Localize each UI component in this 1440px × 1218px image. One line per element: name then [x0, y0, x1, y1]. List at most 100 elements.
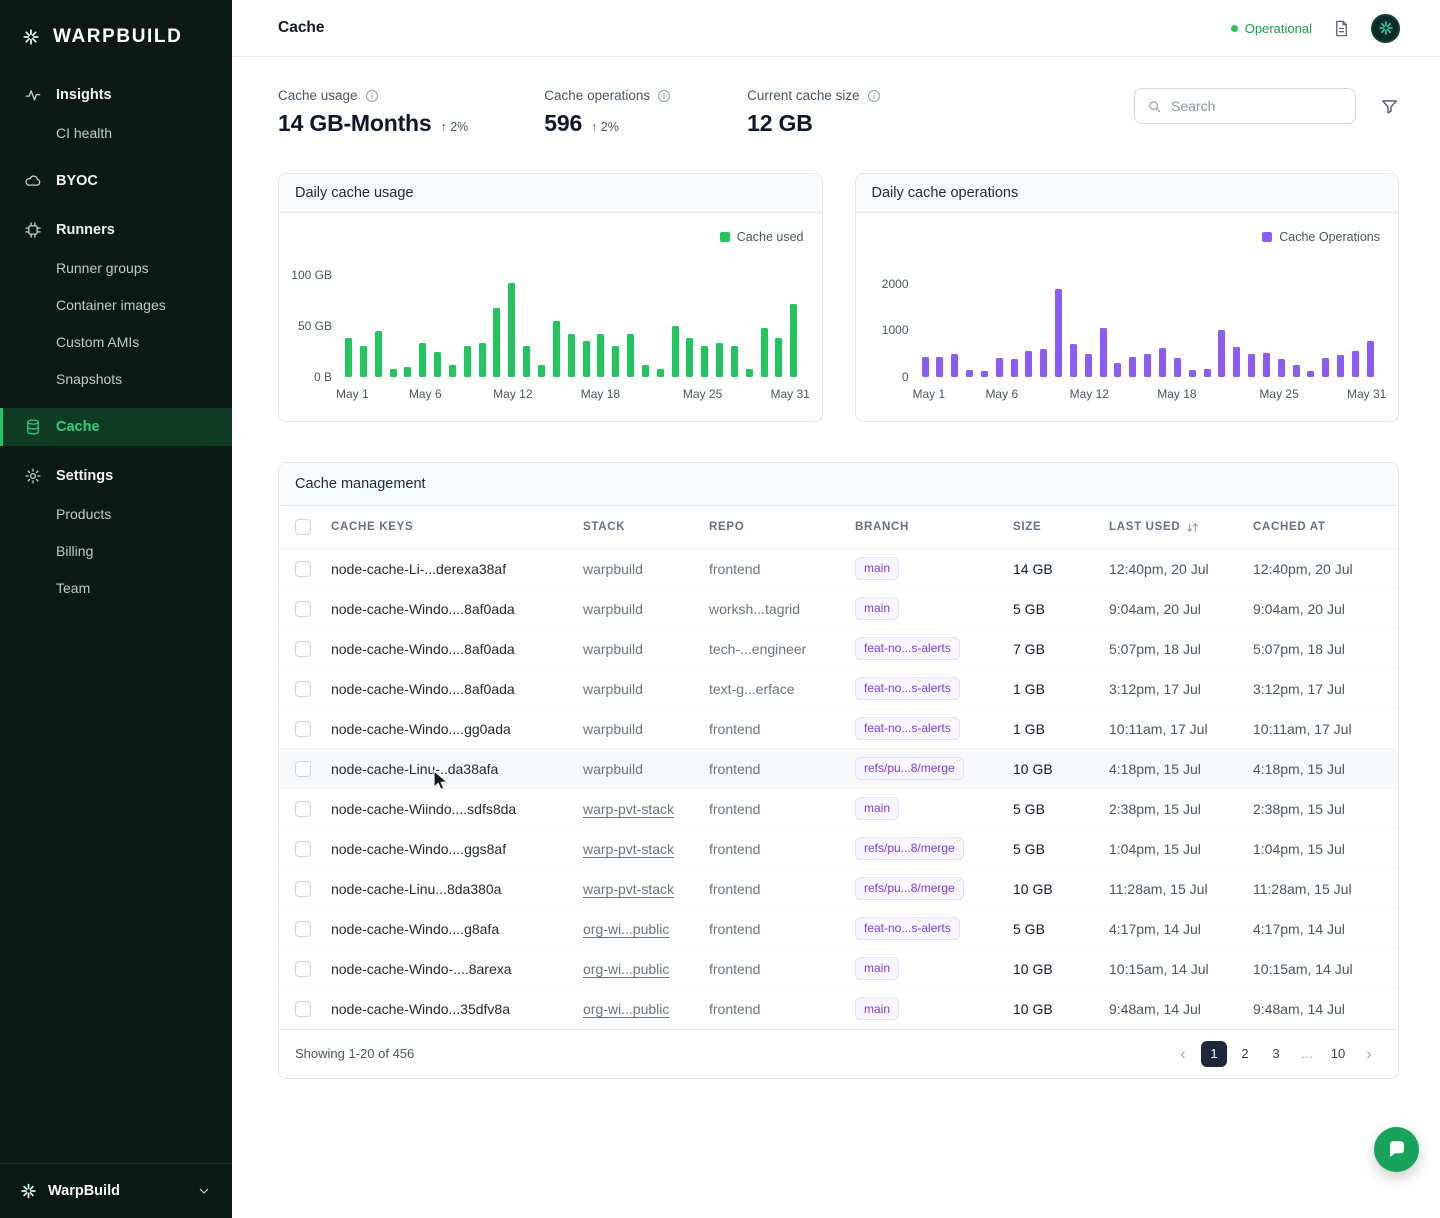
chart-bar	[1055, 289, 1062, 377]
search-input-wrap[interactable]	[1134, 88, 1356, 124]
legend-swatch	[720, 232, 730, 242]
chart-bar	[701, 346, 708, 377]
table-row[interactable]: node-cache-Windo....ggs8af warp-pvt-stac…	[279, 829, 1398, 869]
status-indicator[interactable]: Operational	[1231, 21, 1312, 36]
table-row[interactable]: node-cache-Linu-..da38afa warpbuild fron…	[279, 749, 1398, 789]
select-all-checkbox[interactable]	[295, 519, 311, 535]
branch-cell: main	[847, 989, 1005, 1029]
x-axis-tick: May 31	[771, 387, 810, 401]
row-checkbox[interactable]	[295, 961, 311, 977]
sidebar-item-products[interactable]: Products	[0, 495, 232, 532]
chart-bar	[1114, 363, 1121, 377]
sidebar-item-ci-health[interactable]: CI health	[0, 114, 232, 151]
sidebar-item-insights[interactable]: Insights	[0, 76, 232, 114]
avatar[interactable]	[1371, 14, 1400, 43]
sidebar-item-runner-groups[interactable]: Runner groups	[0, 249, 232, 286]
stack-cell[interactable]: org-wi...public	[575, 989, 701, 1029]
docs-icon[interactable]	[1332, 19, 1351, 38]
stack-cell[interactable]: warp-pvt-stack	[575, 789, 701, 829]
org-switcher[interactable]: WarpBuild	[0, 1163, 232, 1218]
page-button-1[interactable]: 1	[1201, 1041, 1227, 1067]
page-button-3[interactable]: 3	[1263, 1041, 1289, 1067]
x-axis-tick: May 18	[1157, 387, 1196, 401]
stat-value: 14 GB-Months	[278, 110, 432, 137]
sidebar-item-runners[interactable]: Runners	[0, 211, 232, 249]
search-input[interactable]	[1171, 98, 1352, 114]
x-axis-tick: May 6	[409, 387, 442, 401]
row-checkbox[interactable]	[295, 841, 311, 857]
row-checkbox[interactable]	[295, 641, 311, 657]
repo-cell: text-g...erface	[701, 669, 847, 709]
chart-bar	[731, 346, 738, 377]
branch-cell: feat-no...s-alerts	[847, 629, 1005, 669]
sidebar-item-cache[interactable]: Cache	[0, 408, 232, 446]
sidebar-item-label: Runners	[56, 222, 115, 238]
sidebar-item-settings[interactable]: Settings	[0, 457, 232, 495]
table-row[interactable]: node-cache-Windo....8af0ada warpbuild te…	[279, 629, 1398, 669]
sidebar-item-team[interactable]: Team	[0, 569, 232, 606]
row-checkbox[interactable]	[295, 881, 311, 897]
stack-cell[interactable]: org-wi...public	[575, 949, 701, 989]
table-row[interactable]: node-cache-Windo...35dfv8a org-wi...publ…	[279, 989, 1398, 1029]
prev-page-button[interactable]: ‹	[1170, 1041, 1196, 1067]
size-cell: 10 GB	[1005, 869, 1101, 909]
info-icon[interactable]	[657, 89, 671, 103]
repo-cell: worksh...tagrid	[701, 589, 847, 629]
brand-name: WARPBUILD	[53, 26, 182, 48]
sidebar-item-byoc[interactable]: BYOC	[0, 162, 232, 200]
cache-key-cell: node-cache-Windo....gg0ada	[323, 709, 575, 749]
row-checkbox[interactable]	[295, 681, 311, 697]
chart-bar	[1159, 348, 1166, 377]
row-checkbox[interactable]	[295, 801, 311, 817]
column-last-used[interactable]: LAST USED	[1101, 506, 1245, 549]
table-row[interactable]: node-cache-Li-...derexa38af warpbuild fr…	[279, 549, 1398, 589]
branch-cell: feat-no...s-alerts	[847, 709, 1005, 749]
sidebar-item-custom-amis[interactable]: Custom AMIs	[0, 323, 232, 360]
branch-badge: main	[855, 557, 899, 580]
row-checkbox[interactable]	[295, 601, 311, 617]
stack-cell[interactable]: warp-pvt-stack	[575, 829, 701, 869]
table-row[interactable]: node-cache-Windo....8af0ada warpbuild te…	[279, 669, 1398, 709]
sidebar-item-billing[interactable]: Billing	[0, 532, 232, 569]
info-icon[interactable]	[867, 89, 881, 103]
chart-bar	[951, 354, 958, 377]
table-row[interactable]: node-cache-Windo....gg0ada warpbuild fro…	[279, 709, 1398, 749]
chart-bar	[612, 346, 619, 377]
gear-icon	[24, 467, 42, 485]
sidebar-item-container-images[interactable]: Container images	[0, 286, 232, 323]
sidebar-item-snapshots[interactable]: Snapshots	[0, 360, 232, 397]
row-checkbox[interactable]	[295, 761, 311, 777]
branch-cell: main	[847, 949, 1005, 989]
row-checkbox[interactable]	[295, 721, 311, 737]
stack-cell[interactable]: org-wi...public	[575, 909, 701, 949]
row-checkbox[interactable]	[295, 1001, 311, 1017]
table-row[interactable]: node-cache-Windo....8af0ada warpbuild wo…	[279, 589, 1398, 629]
chart-bar	[583, 341, 590, 377]
page-button-10[interactable]: 10	[1325, 1041, 1351, 1067]
chat-button[interactable]	[1374, 1127, 1419, 1172]
stack-cell[interactable]: warp-pvt-stack	[575, 869, 701, 909]
info-icon[interactable]	[365, 89, 379, 103]
repo-cell: frontend	[701, 909, 847, 949]
stat-current-cache-size: Current cache size 12 GB	[747, 88, 881, 137]
daily-cache-usage-card: Daily cache usage Cache used 0 B50 GB100…	[278, 173, 823, 422]
x-axis-tick: May 12	[1070, 387, 1109, 401]
chart-bar	[1174, 358, 1181, 377]
last-used-cell: 1:04pm, 15 Jul	[1101, 829, 1245, 869]
table-row[interactable]: node-cache-Windo-....8arexa org-wi...pub…	[279, 949, 1398, 989]
size-cell: 10 GB	[1005, 989, 1101, 1029]
chart-bar	[761, 328, 768, 377]
branch-cell: feat-no...s-alerts	[847, 909, 1005, 949]
row-checkbox[interactable]	[295, 561, 311, 577]
chart-bar	[657, 369, 664, 377]
filter-icon[interactable]	[1380, 97, 1399, 116]
table-row[interactable]: node-cache-Wiindo....sdfs8da warp-pvt-st…	[279, 789, 1398, 829]
next-page-button[interactable]: ›	[1356, 1041, 1382, 1067]
page-button-2[interactable]: 2	[1232, 1041, 1258, 1067]
table-row[interactable]: node-cache-Linu...8da380a warp-pvt-stack…	[279, 869, 1398, 909]
table-row[interactable]: node-cache-Windo....g8afa org-wi...publi…	[279, 909, 1398, 949]
sort-icon[interactable]	[1186, 521, 1199, 534]
last-used-cell: 9:04am, 20 Jul	[1101, 589, 1245, 629]
checkbox-cell	[279, 829, 323, 869]
row-checkbox[interactable]	[295, 921, 311, 937]
